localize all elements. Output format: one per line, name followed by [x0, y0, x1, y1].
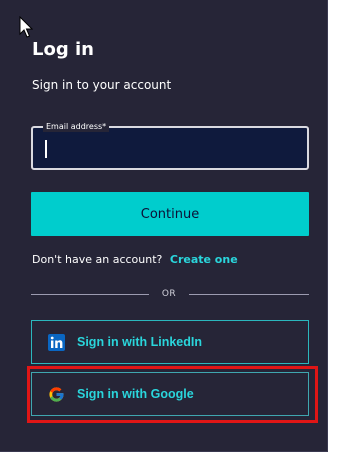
login-panel: Log in Sign in to your account Email add…	[0, 0, 328, 452]
divider-text: OR	[161, 289, 177, 299]
email-field-container: Email address*	[31, 121, 309, 170]
page-subtitle: Sign in to your account	[32, 78, 172, 92]
signup-row: Don't have an account? Create one	[32, 253, 238, 267]
linkedin-signin-label: Sign in with LinkedIn	[77, 335, 202, 349]
create-account-link[interactable]: Create one	[170, 253, 238, 266]
signup-prompt: Don't have an account?	[32, 253, 163, 266]
text-caret	[45, 140, 47, 158]
google-signin-button[interactable]: Sign in with Google	[31, 372, 309, 416]
or-divider: OR	[31, 287, 309, 301]
email-field-label: Email address*	[43, 121, 110, 132]
linkedin-signin-button[interactable]: Sign in with LinkedIn	[31, 320, 309, 364]
google-icon	[49, 387, 64, 402]
continue-button[interactable]: Continue	[31, 192, 309, 236]
mouse-pointer-icon	[19, 16, 33, 38]
divider-line-left	[31, 294, 149, 295]
linkedin-icon	[48, 334, 65, 351]
divider-line-right	[189, 294, 309, 295]
page-title: Log in	[32, 39, 94, 60]
google-signin-label: Sign in with Google	[77, 387, 194, 401]
email-field[interactable]	[41, 136, 307, 160]
